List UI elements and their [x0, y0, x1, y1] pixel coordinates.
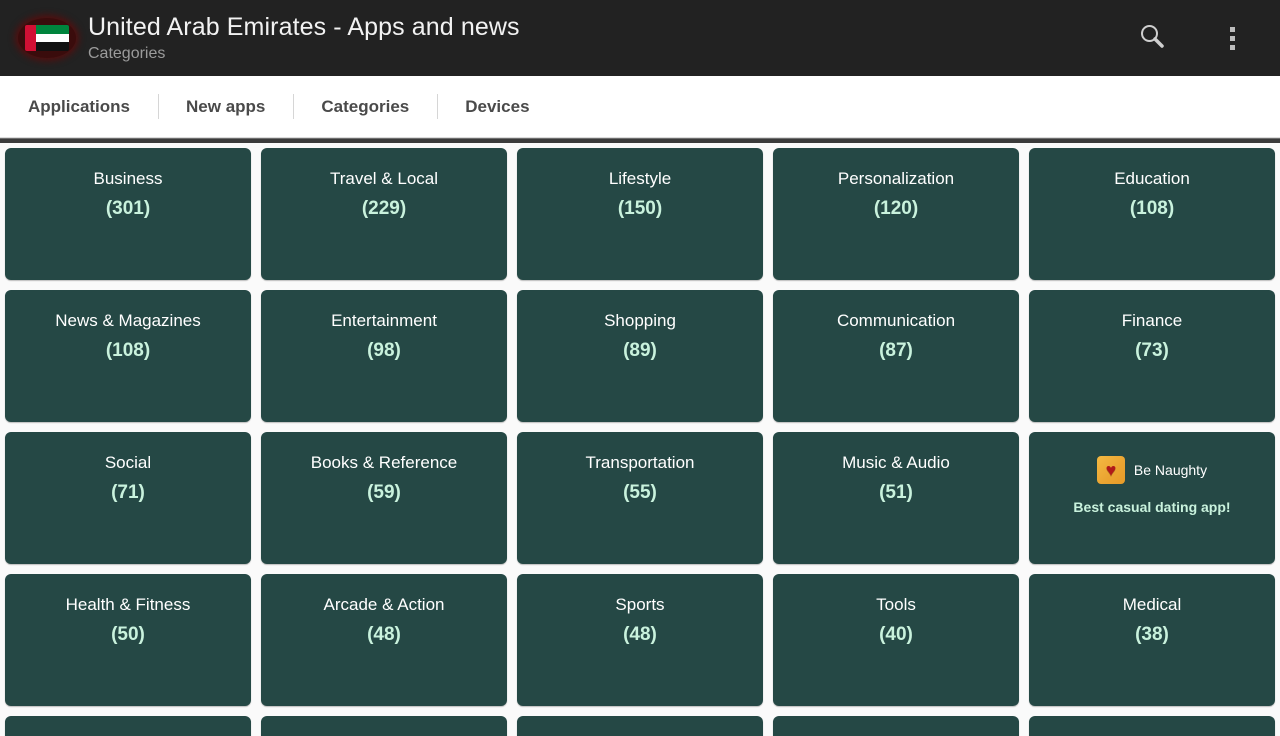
category-tile[interactable]: News & Magazines (108): [5, 290, 251, 422]
category-label: Sports: [527, 594, 753, 616]
category-count: (108): [15, 338, 241, 364]
app-header: United Arab Emirates - Apps and news Cat…: [0, 0, 1280, 76]
ad-heart-glyph: ♥: [1106, 461, 1117, 479]
heart-icon: ♥: [1097, 456, 1125, 484]
tab-categories[interactable]: Categories: [293, 76, 437, 137]
category-count: (108): [1039, 196, 1265, 222]
more-vertical-icon: [1230, 27, 1235, 50]
category-tile[interactable]: Sports (48): [517, 574, 763, 706]
category-count: (38): [1039, 622, 1265, 648]
category-count: (301): [15, 196, 241, 222]
category-label: Communication: [783, 310, 1009, 332]
category-tile[interactable]: Communication (87): [773, 290, 1019, 422]
ad-header: ♥ Be Naughty: [1039, 456, 1265, 484]
category-count: (48): [271, 622, 497, 648]
category-tile[interactable]: Travel & Local (229): [261, 148, 507, 280]
category-tile[interactable]: [517, 716, 763, 736]
category-label: Social: [15, 452, 241, 474]
category-tile[interactable]: Books & Reference (59): [261, 432, 507, 564]
tab-bar: Applications New apps Categories Devices: [0, 76, 1280, 138]
category-label: Lifestyle: [527, 168, 753, 190]
category-tile[interactable]: Social (71): [5, 432, 251, 564]
category-label: Arcade & Action: [271, 594, 497, 616]
category-tile[interactable]: [261, 716, 507, 736]
category-count: (120): [783, 196, 1009, 222]
category-label: Travel & Local: [271, 168, 497, 190]
tab-devices[interactable]: Devices: [437, 76, 557, 137]
category-count: (150): [527, 196, 753, 222]
category-tile[interactable]: Tools (40): [773, 574, 1019, 706]
category-count: (59): [271, 480, 497, 506]
category-count: (89): [527, 338, 753, 364]
category-label: Health & Fitness: [15, 594, 241, 616]
category-tile[interactable]: Personalization (120): [773, 148, 1019, 280]
category-tile[interactable]: Medical (38): [1029, 574, 1275, 706]
category-tile[interactable]: [773, 716, 1019, 736]
category-label: Entertainment: [271, 310, 497, 332]
category-count: (48): [527, 622, 753, 648]
category-tile[interactable]: Arcade & Action (48): [261, 574, 507, 706]
category-tile[interactable]: [5, 716, 251, 736]
category-tile[interactable]: Finance (73): [1029, 290, 1275, 422]
category-label: Education: [1039, 168, 1265, 190]
category-tile[interactable]: Music & Audio (51): [773, 432, 1019, 564]
ad-tagline: Best casual dating app!: [1039, 499, 1265, 515]
header-titles: United Arab Emirates - Apps and news Cat…: [88, 12, 520, 65]
category-count: (87): [783, 338, 1009, 364]
category-label: Tools: [783, 594, 1009, 616]
category-tile[interactable]: Shopping (89): [517, 290, 763, 422]
uae-flag-icon: [16, 13, 78, 63]
category-label: Finance: [1039, 310, 1265, 332]
tab-applications[interactable]: Applications: [0, 76, 158, 137]
category-label: Books & Reference: [271, 452, 497, 474]
search-icon: [1137, 21, 1167, 56]
category-count: (229): [271, 196, 497, 222]
category-count: (40): [783, 622, 1009, 648]
category-count: (50): [15, 622, 241, 648]
category-tile[interactable]: Lifestyle (150): [517, 148, 763, 280]
category-count: (51): [783, 480, 1009, 506]
category-count: (55): [527, 480, 753, 506]
category-tile[interactable]: [1029, 716, 1275, 736]
header-actions: [1130, 14, 1262, 62]
category-tile[interactable]: Transportation (55): [517, 432, 763, 564]
category-label: Music & Audio: [783, 452, 1009, 474]
category-tile[interactable]: Entertainment (98): [261, 290, 507, 422]
search-button[interactable]: [1130, 14, 1174, 62]
category-label: Transportation: [527, 452, 753, 474]
tab-new-apps[interactable]: New apps: [158, 76, 293, 137]
category-label: Medical: [1039, 594, 1265, 616]
category-tile[interactable]: Health & Fitness (50): [5, 574, 251, 706]
category-tile[interactable]: Education (108): [1029, 148, 1275, 280]
overflow-menu-button[interactable]: [1210, 14, 1254, 62]
category-grid: Business (301) Travel & Local (229) Life…: [0, 143, 1280, 736]
category-label: Shopping: [527, 310, 753, 332]
category-label: News & Magazines: [15, 310, 241, 332]
category-count: (98): [271, 338, 497, 364]
category-tile[interactable]: Business (301): [5, 148, 251, 280]
category-count: (73): [1039, 338, 1265, 364]
category-label: Business: [15, 168, 241, 190]
page-title: United Arab Emirates - Apps and news: [88, 12, 520, 42]
category-count: (71): [15, 480, 241, 506]
category-label: Personalization: [783, 168, 1009, 190]
ad-tile[interactable]: ♥ Be Naughty Best casual dating app!: [1029, 432, 1275, 564]
page-subtitle: Categories: [88, 43, 520, 65]
ad-title: Be Naughty: [1134, 462, 1207, 478]
